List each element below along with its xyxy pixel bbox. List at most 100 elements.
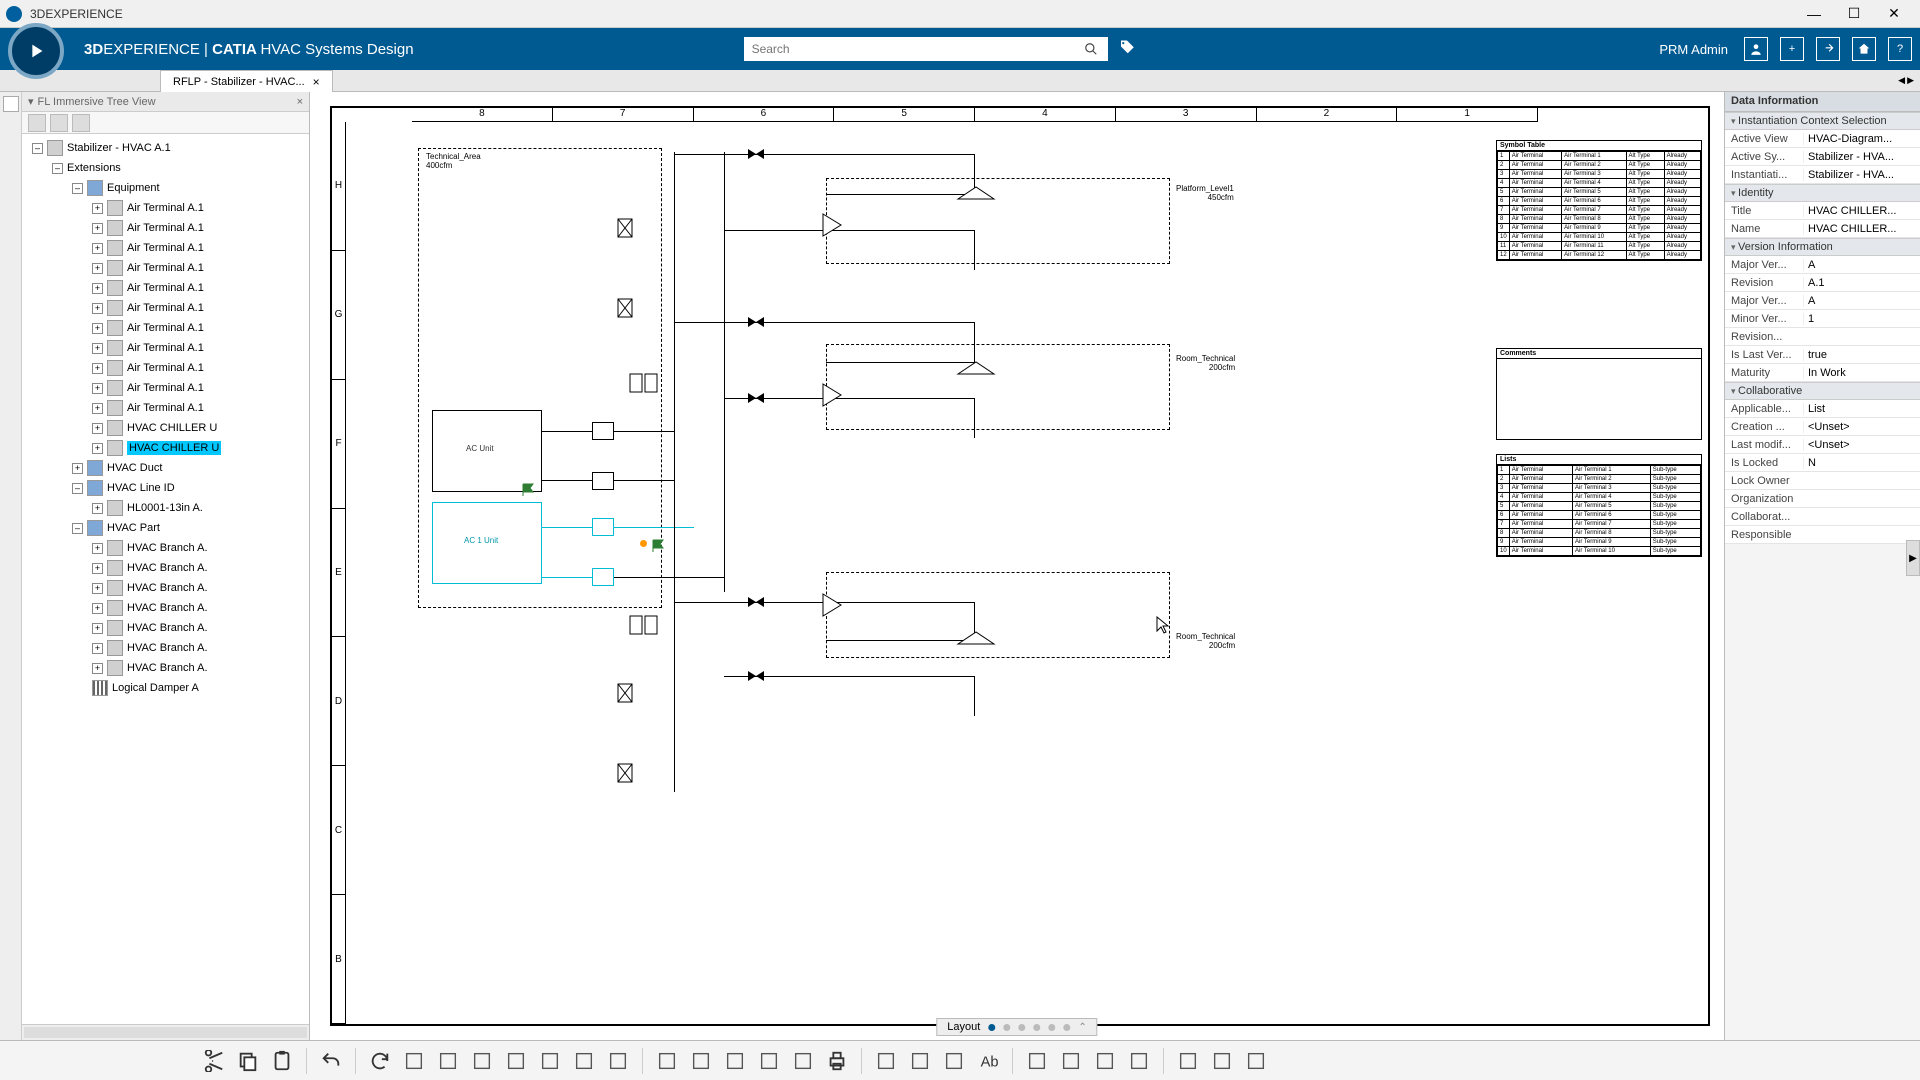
prop-is-last[interactable]: Is Last Ver...true bbox=[1725, 346, 1920, 364]
prop-applicable[interactable]: Applicable...List bbox=[1725, 400, 1920, 418]
junction-box[interactable] bbox=[592, 518, 614, 536]
layout-page-dot[interactable] bbox=[1003, 1024, 1010, 1031]
tool-rotate[interactable] bbox=[570, 1047, 598, 1075]
prop-organization[interactable]: Organization bbox=[1725, 490, 1920, 508]
home-button[interactable] bbox=[1852, 37, 1876, 61]
prop-minor-ver[interactable]: Minor Ver...1 bbox=[1725, 310, 1920, 328]
side-toggle-icon[interactable] bbox=[3, 96, 19, 112]
tool-show-hide[interactable] bbox=[906, 1047, 934, 1075]
prop-major-ver[interactable]: Major Ver...A bbox=[1725, 256, 1920, 274]
tool-view-fit[interactable] bbox=[400, 1047, 428, 1075]
section-instantiation[interactable]: Instantiation Context Selection bbox=[1725, 112, 1920, 130]
layout-page-dot[interactable] bbox=[1048, 1024, 1055, 1031]
section-identity[interactable]: Identity bbox=[1725, 184, 1920, 202]
collapse-right-arrow[interactable]: ▶ bbox=[1906, 540, 1920, 576]
tool-cut[interactable] bbox=[200, 1047, 228, 1075]
document-tab[interactable]: RFLP - Stabilizer - HVAC... × bbox=[160, 70, 333, 92]
tool-format[interactable] bbox=[1023, 1047, 1051, 1075]
search-input[interactable] bbox=[744, 37, 1074, 61]
tool-sheet-format[interactable] bbox=[468, 1047, 496, 1075]
tree-duct[interactable]: +HVAC Duct bbox=[24, 458, 307, 478]
spec-tree[interactable]: –Stabilizer - HVAC A.1 –Extensions –Equi… bbox=[22, 134, 309, 1024]
prop-lock-owner[interactable]: Lock Owner bbox=[1725, 472, 1920, 490]
tool-update[interactable] bbox=[366, 1047, 394, 1075]
tree-branch[interactable]: +HVAC Branch A. bbox=[24, 638, 307, 658]
prop-last-modified[interactable]: Last modif...<Unset> bbox=[1725, 436, 1920, 454]
tab-scroll-right[interactable]: ▶ bbox=[1907, 75, 1914, 86]
tree-equipment[interactable]: –Equipment bbox=[24, 178, 307, 198]
tab-scroll-left[interactable]: ◀ bbox=[1898, 75, 1905, 86]
search-button[interactable] bbox=[1074, 37, 1108, 61]
tree-air-terminal[interactable]: +Air Terminal A.1 bbox=[24, 318, 307, 338]
tree-scrollbar[interactable] bbox=[22, 1024, 309, 1040]
tool-dimension[interactable] bbox=[1125, 1047, 1153, 1075]
prop-collaborative[interactable]: Collaborat... bbox=[1725, 508, 1920, 526]
prop-creation[interactable]: Creation ...<Unset> bbox=[1725, 418, 1920, 436]
share-button[interactable] bbox=[1816, 37, 1840, 61]
tool-link[interactable] bbox=[755, 1047, 783, 1075]
tool-layers[interactable] bbox=[872, 1047, 900, 1075]
prop-responsible[interactable]: Responsible bbox=[1725, 526, 1920, 544]
tree-hl-item[interactable]: +HL0001-13in A. bbox=[24, 498, 307, 518]
tree-tool-1[interactable] bbox=[28, 114, 46, 132]
tree-air-terminal[interactable]: +Air Terminal A.1 bbox=[24, 218, 307, 238]
junction-box[interactable] bbox=[592, 472, 614, 490]
tree-air-terminal[interactable]: +Air Terminal A.1 bbox=[24, 258, 307, 278]
tree-branch[interactable]: +HVAC Branch A. bbox=[24, 618, 307, 638]
tab-close-button[interactable]: × bbox=[313, 75, 320, 89]
tool-undo[interactable] bbox=[317, 1047, 345, 1075]
tool-line-tool[interactable] bbox=[1057, 1047, 1085, 1075]
tool-vertical-line[interactable] bbox=[653, 1047, 681, 1075]
prop-major-ver-2[interactable]: Major Ver...A bbox=[1725, 292, 1920, 310]
junction-box[interactable] bbox=[592, 568, 614, 586]
section-version[interactable]: Version Information bbox=[1725, 238, 1920, 256]
prop-active-system[interactable]: Active Sy...Stabilizer - HVA... bbox=[1725, 148, 1920, 166]
tree-air-terminal[interactable]: +Air Terminal A.1 bbox=[24, 378, 307, 398]
tree-tool-3[interactable] bbox=[72, 114, 90, 132]
tool-sheet-view[interactable] bbox=[434, 1047, 462, 1075]
section-collaborative[interactable]: Collaborative bbox=[1725, 382, 1920, 400]
prop-revision[interactable]: RevisionA.1 bbox=[1725, 274, 1920, 292]
tree-chiller-2-selected[interactable]: +HVAC CHILLER U bbox=[24, 438, 307, 458]
compass-button[interactable] bbox=[8, 23, 64, 79]
tag-icon[interactable] bbox=[1118, 39, 1136, 60]
tree-chiller-1[interactable]: +HVAC CHILLER U bbox=[24, 418, 307, 438]
help-button[interactable]: ? bbox=[1888, 37, 1912, 61]
tree-air-terminal[interactable]: +Air Terminal A.1 bbox=[24, 238, 307, 258]
tree-branch[interactable]: +HVAC Branch A. bbox=[24, 558, 307, 578]
add-button[interactable]: + bbox=[1780, 37, 1804, 61]
prop-title[interactable]: TitleHVAC CHILLER... bbox=[1725, 202, 1920, 220]
prop-maturity[interactable]: MaturityIn Work bbox=[1725, 364, 1920, 382]
tree-air-terminal[interactable]: +Air Terminal A.1 bbox=[24, 398, 307, 418]
tool-paste[interactable] bbox=[268, 1047, 296, 1075]
tool-text[interactable]: Abc bbox=[974, 1047, 1002, 1075]
tool-align[interactable] bbox=[1208, 1047, 1236, 1075]
tool-table-tool[interactable] bbox=[1174, 1047, 1202, 1075]
prop-name[interactable]: NameHVAC CHILLER... bbox=[1725, 220, 1920, 238]
junction-box[interactable] bbox=[592, 422, 614, 440]
prop-is-locked[interactable]: Is LockedN bbox=[1725, 454, 1920, 472]
tree-air-terminal[interactable]: +Air Terminal A.1 bbox=[24, 198, 307, 218]
prop-active-view[interactable]: Active ViewHVAC-Diagram... bbox=[1725, 130, 1920, 148]
tool-print[interactable] bbox=[823, 1047, 851, 1075]
close-window-button[interactable]: ✕ bbox=[1874, 0, 1914, 28]
layout-expand-icon[interactable]: ⌃ bbox=[1078, 1022, 1086, 1033]
tree-branch[interactable]: +HVAC Branch A. bbox=[24, 658, 307, 678]
tool-grid[interactable] bbox=[687, 1047, 715, 1075]
tool-distribute[interactable] bbox=[1242, 1047, 1270, 1075]
user-avatar-icon[interactable] bbox=[1744, 37, 1768, 61]
tree-air-terminal[interactable]: +Air Terminal A.1 bbox=[24, 358, 307, 378]
tree-air-terminal[interactable]: +Air Terminal A.1 bbox=[24, 338, 307, 358]
tool-image[interactable] bbox=[1091, 1047, 1119, 1075]
tree-root[interactable]: –Stabilizer - HVAC A.1 bbox=[24, 138, 307, 158]
tree-branch[interactable]: +HVAC Branch A. bbox=[24, 538, 307, 558]
tree-line-id[interactable]: –HVAC Line ID bbox=[24, 478, 307, 498]
tree-air-terminal[interactable]: +Air Terminal A.1 bbox=[24, 298, 307, 318]
prop-revision-2[interactable]: Revision... bbox=[1725, 328, 1920, 346]
tool-align-nodes[interactable] bbox=[536, 1047, 564, 1075]
tree-extensions[interactable]: –Extensions bbox=[24, 158, 307, 178]
layout-page-dot[interactable] bbox=[1018, 1024, 1025, 1031]
tree-air-terminal[interactable]: +Air Terminal A.1 bbox=[24, 278, 307, 298]
tool-link2[interactable] bbox=[789, 1047, 817, 1075]
tree-part[interactable]: –HVAC Part bbox=[24, 518, 307, 538]
